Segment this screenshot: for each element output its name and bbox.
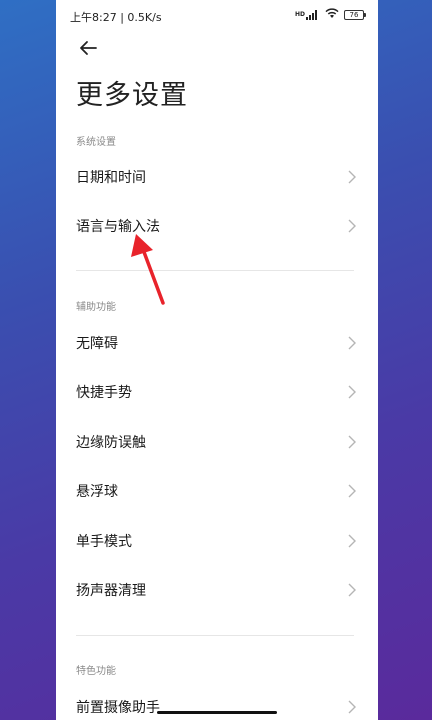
chevron-right-icon xyxy=(348,484,356,498)
settings-row-accessibility[interactable]: 无障碍 xyxy=(56,319,378,368)
row-label: 单手模式 xyxy=(76,534,132,550)
row-label: 前置摄像助手 xyxy=(76,700,160,716)
section-header-featured: 特色功能 xyxy=(76,666,116,677)
settings-row-floating-ball[interactable]: 悬浮球 xyxy=(56,467,378,516)
row-label: 边缘防误触 xyxy=(76,435,146,451)
status-icons: HD 76 xyxy=(295,8,366,22)
home-indicator[interactable] xyxy=(157,711,277,714)
status-time-speed: 上午8:27 | 0.5K/s xyxy=(70,11,162,24)
settings-row-date-time[interactable]: 日期和时间 xyxy=(56,153,378,202)
settings-row-front-camera-assistant[interactable]: 前置摄像助手 xyxy=(56,683,378,720)
chevron-right-icon xyxy=(348,170,356,184)
settings-row-edge-touch[interactable]: 边缘防误触 xyxy=(56,418,378,467)
page-title: 更多设置 xyxy=(76,80,188,111)
settings-row-language-input[interactable]: 语言与输入法 xyxy=(56,202,378,251)
settings-row-one-hand-mode[interactable]: 单手模式 xyxy=(56,517,378,566)
chevron-right-icon xyxy=(348,336,356,350)
chevron-right-icon xyxy=(348,385,356,399)
chevron-right-icon xyxy=(348,435,356,449)
section-divider xyxy=(76,635,354,636)
section-header-accessibility: 辅助功能 xyxy=(76,302,116,313)
row-label: 无障碍 xyxy=(76,336,118,352)
chevron-right-icon xyxy=(348,700,356,714)
chevron-right-icon xyxy=(348,219,356,233)
chevron-right-icon xyxy=(348,534,356,548)
back-button[interactable] xyxy=(76,36,100,60)
chevron-right-icon xyxy=(348,583,356,597)
phone-screen: 上午8:27 | 0.5K/s HD 76 更多设置 系统设置 日期和时间 语言… xyxy=(56,0,378,720)
row-label: 悬浮球 xyxy=(76,484,118,500)
signal-icon: HD xyxy=(295,10,320,20)
back-arrow-icon xyxy=(80,41,97,55)
settings-row-speaker-cleaning[interactable]: 扬声器清理 xyxy=(56,566,378,615)
network-hd-badge: HD xyxy=(294,11,305,18)
row-label: 快捷手势 xyxy=(76,385,132,401)
battery-icon: 76 xyxy=(344,10,366,20)
section-header-system: 系统设置 xyxy=(76,137,116,148)
row-label: 日期和时间 xyxy=(76,170,146,186)
row-label: 扬声器清理 xyxy=(76,583,146,599)
status-bar: 上午8:27 | 0.5K/s HD 76 xyxy=(56,0,378,32)
section-divider xyxy=(76,270,354,271)
row-label: 语言与输入法 xyxy=(76,219,160,235)
wifi-icon xyxy=(325,8,339,22)
settings-row-quick-gestures[interactable]: 快捷手势 xyxy=(56,368,378,417)
